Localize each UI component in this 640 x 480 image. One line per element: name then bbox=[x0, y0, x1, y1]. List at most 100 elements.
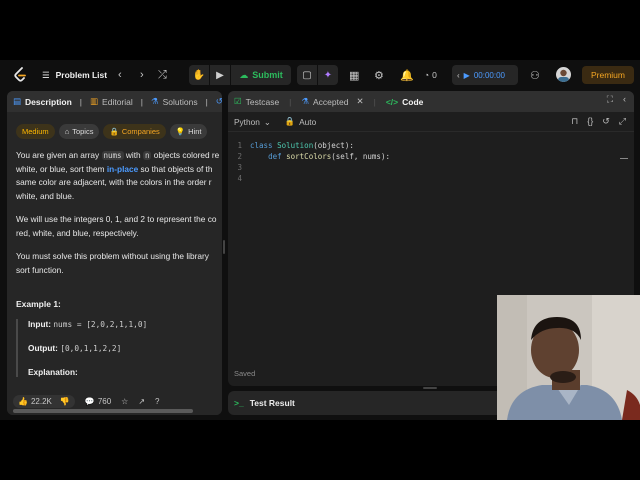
tab-code[interactable]: </> Code bbox=[386, 97, 424, 107]
line-number: 1 bbox=[237, 141, 242, 150]
tab-divider: | bbox=[205, 96, 208, 107]
streak-count: 0 bbox=[432, 70, 437, 80]
comments-button[interactable]: 💬 760 bbox=[85, 397, 111, 406]
desc-text: with bbox=[123, 150, 143, 160]
description-panel: ▤ Description | ▥ Editorial | ⚗ Solution… bbox=[7, 91, 222, 415]
collapse-icon[interactable]: ‹ bbox=[623, 94, 626, 105]
code-line: 1 class Solution (object): bbox=[228, 140, 634, 151]
companies-chip[interactable]: 🔒 Companies bbox=[103, 124, 166, 139]
lock-icon: 🔒 bbox=[109, 127, 119, 136]
tab-description[interactable]: ▤ Description bbox=[13, 96, 72, 107]
webcam-person-image bbox=[497, 295, 640, 420]
leetcode-logo-icon[interactable] bbox=[13, 67, 27, 83]
output-label: Output: bbox=[28, 343, 58, 353]
avatar[interactable] bbox=[556, 67, 571, 82]
expand-icon[interactable]: ⤢ bbox=[619, 116, 626, 127]
debug-icon[interactable]: ✋ bbox=[189, 65, 209, 85]
description-paragraph-3: You must solve this problem without usin… bbox=[16, 250, 213, 277]
topics-chip[interactable]: ⌂ Topics bbox=[58, 124, 100, 139]
description-paragraph-1: You are given an array nums with n objec… bbox=[16, 149, 219, 203]
timer-widget[interactable]: ‹ ▶ 00:00:00 bbox=[452, 65, 518, 85]
tab-submissions[interactable]: ↺ S bbox=[216, 96, 222, 107]
ai-sparkle-icon[interactable]: ✦ bbox=[318, 65, 338, 85]
line-number: 4 bbox=[237, 174, 242, 183]
vertical-resize-handle[interactable] bbox=[223, 240, 225, 254]
code-token: def bbox=[268, 152, 282, 161]
desc-text: red, white, and blue, respectively. bbox=[16, 227, 139, 238]
notes-icon[interactable]: ▢ bbox=[297, 65, 317, 85]
code-line: 2 def sortColors (self, nums): bbox=[228, 151, 634, 162]
add-user-icon[interactable]: ⚇ bbox=[530, 66, 540, 84]
next-problem-icon[interactable]: › bbox=[140, 66, 144, 84]
desc-text: You are given an array bbox=[16, 150, 102, 160]
lightbulb-icon: 💡 bbox=[175, 127, 186, 136]
difficulty-badge[interactable]: Medium bbox=[16, 124, 55, 139]
help-icon[interactable]: ? bbox=[155, 397, 159, 406]
format-braces-icon[interactable]: {} bbox=[587, 116, 593, 127]
like-dislike-group: 👍 22.2K 👎 bbox=[13, 394, 75, 408]
bookmark-icon[interactable]: ⊓ bbox=[571, 116, 578, 127]
left-tab-bar: ▤ Description | ▥ Editorial | ⚗ Solution… bbox=[7, 91, 222, 112]
tab-divider: | bbox=[373, 96, 376, 107]
tab-accepted[interactable]: ⚗ Accepted ✕ bbox=[301, 96, 363, 107]
shuffle-icon[interactable]: ⤮ bbox=[158, 66, 167, 84]
prev-problem-icon[interactable]: ‹ bbox=[118, 66, 122, 84]
desc-text: You must solve this problem without usin… bbox=[16, 251, 209, 261]
chevron-down-icon: ⌄ bbox=[263, 116, 271, 127]
description-paragraph-2: We will use the integers 0, 1, and 2 to … bbox=[16, 213, 216, 240]
problem-description: Medium ⌂ Topics 🔒 Companies 💡 Hint You a… bbox=[7, 112, 222, 387]
input-value: nums = [2,0,2,1,1,0] bbox=[53, 320, 148, 329]
timer-play-icon[interactable]: ▶ bbox=[464, 71, 470, 80]
editorial-icon: ▥ bbox=[90, 96, 99, 106]
submit-label: Submit bbox=[252, 70, 283, 80]
close-icon[interactable]: ✕ bbox=[356, 96, 363, 107]
share-icon[interactable]: ↗ bbox=[138, 397, 145, 406]
horizontal-scrollbar[interactable] bbox=[13, 409, 193, 413]
tab-code-label: Code bbox=[402, 96, 424, 107]
topics-label: Topics bbox=[72, 127, 94, 136]
code-token: sortColors bbox=[286, 152, 332, 161]
star-icon[interactable]: ☆ bbox=[121, 397, 128, 406]
code-token: (object): bbox=[313, 141, 354, 150]
example-title: Example 1: bbox=[16, 299, 61, 309]
collapse-timer-icon[interactable]: ‹ bbox=[457, 71, 460, 80]
hint-chip[interactable]: 💡 Hint bbox=[169, 124, 208, 139]
desc-text: objects colored re bbox=[151, 150, 220, 160]
auto-mode-toggle[interactable]: 🔒 Auto bbox=[285, 116, 316, 127]
language-select[interactable]: Python ⌄ bbox=[234, 117, 271, 127]
tab-divider: | bbox=[289, 96, 292, 107]
tab-testcase-label: Testcase bbox=[245, 96, 280, 107]
problem-list-nav[interactable]: ☰ Problem List bbox=[42, 66, 107, 84]
tab-solutions[interactable]: ⚗ Solutions bbox=[151, 96, 198, 107]
submit-button[interactable]: ☁ Submit bbox=[231, 65, 291, 85]
code-line: 3 bbox=[228, 162, 634, 173]
maximize-icon[interactable]: ⛶ bbox=[607, 94, 613, 105]
notification-bell-icon[interactable]: 🔔 bbox=[400, 66, 414, 84]
lock-icon: 🔒 bbox=[284, 116, 296, 126]
settings-gear-icon[interactable]: ⚙ bbox=[374, 66, 384, 84]
premium-button[interactable]: Premium bbox=[582, 66, 634, 84]
like-button[interactable]: 👍 22.2K bbox=[18, 397, 52, 406]
hint-label: Hint bbox=[188, 127, 202, 136]
tab-description-label: Description bbox=[25, 96, 72, 107]
line-number: 3 bbox=[237, 163, 242, 172]
in-place-link[interactable]: in-place bbox=[107, 164, 138, 174]
run-icon[interactable]: ▶ bbox=[210, 65, 230, 85]
upload-icon: ☁ bbox=[239, 69, 249, 80]
accepted-icon: ⚗ bbox=[301, 96, 310, 106]
tab-testcase[interactable]: ☑ Testcase bbox=[234, 96, 279, 107]
example-output: Output: [0,0,1,1,2,2] bbox=[28, 343, 213, 353]
desc-text: so that objects of th bbox=[138, 163, 213, 174]
companies-label: Companies bbox=[121, 127, 160, 136]
tab-editorial[interactable]: ▥ Editorial bbox=[90, 96, 133, 107]
thumbs-down-icon[interactable]: 👎 bbox=[60, 397, 70, 406]
reset-icon[interactable]: ↺ bbox=[602, 116, 610, 127]
desc-text: same color are adjacent, with the colors… bbox=[16, 177, 212, 187]
tag-icon: ⌂ bbox=[64, 127, 70, 136]
layout-grid-icon[interactable]: ▦ bbox=[349, 66, 359, 84]
horizontal-resize-handle[interactable] bbox=[423, 387, 437, 389]
list-icon: ☰ bbox=[42, 69, 50, 80]
desc-text: white, or blue, sort them bbox=[16, 163, 107, 174]
editor-tab-bar: ☑ Testcase | ⚗ Accepted ✕ | </> Code ⛶ ‹ bbox=[228, 91, 634, 112]
streak-counter[interactable]: ◔ 0 bbox=[424, 66, 437, 84]
